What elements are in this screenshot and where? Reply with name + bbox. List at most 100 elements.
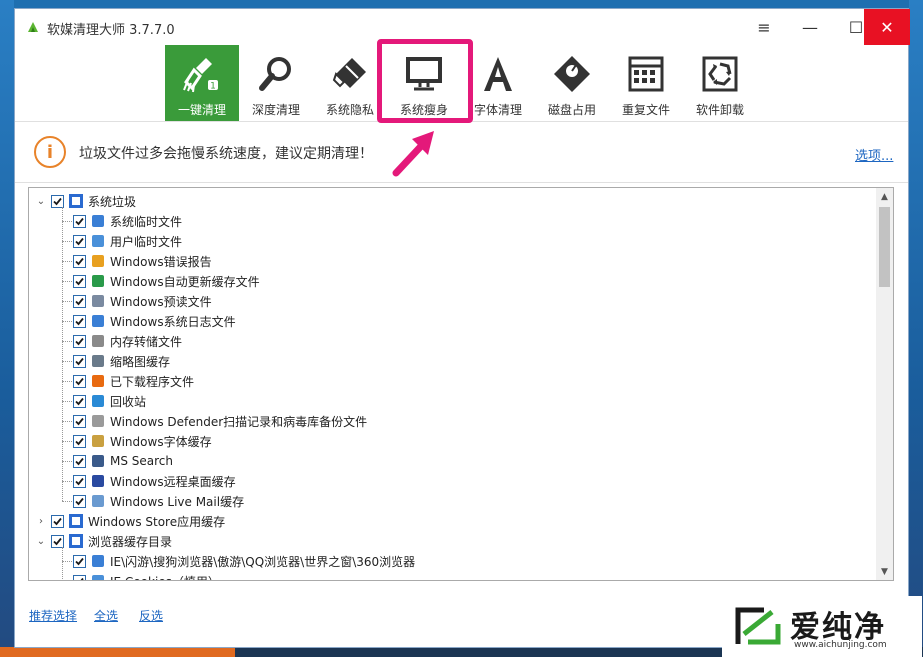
- item-icon: [90, 313, 106, 329]
- group-icon: [68, 533, 84, 549]
- scroll-up-icon[interactable]: ▲: [876, 188, 893, 205]
- recommended-select-link[interactable]: 推荐选择: [29, 607, 77, 624]
- tree-item-row[interactable]: Windows远程桌面缓存: [73, 471, 236, 491]
- chevron-right-icon[interactable]: ›: [35, 515, 47, 527]
- tree-connector: [62, 221, 72, 222]
- tree-item-row[interactable]: Windows自动更新缓存文件: [73, 271, 260, 291]
- vertical-scrollbar[interactable]: ▲ ▼: [876, 188, 893, 580]
- tree-item-row[interactable]: 用户临时文件: [73, 231, 182, 251]
- tool-disk-usage[interactable]: 磁盘占用: [535, 45, 609, 121]
- item-checkbox[interactable]: [73, 454, 86, 468]
- eraser-icon: [329, 53, 371, 95]
- tool-deep-clean[interactable]: 深度清理: [239, 45, 313, 121]
- tree-item-label: MS Search: [110, 454, 174, 468]
- tree-group-row[interactable]: ⌄ 系统垃圾: [35, 191, 136, 211]
- scroll-thumb[interactable]: [879, 207, 890, 287]
- chevron-down-icon[interactable]: ⌄: [35, 535, 47, 547]
- item-checkbox[interactable]: [73, 334, 86, 348]
- item-checkbox[interactable]: [73, 574, 86, 580]
- item-icon: [90, 413, 106, 429]
- tree-group-row[interactable]: › Windows Store应用缓存: [35, 511, 225, 531]
- minimize-icon: —: [802, 17, 818, 37]
- item-icon: [90, 453, 106, 469]
- group-checkbox[interactable]: [51, 534, 64, 548]
- close-icon: ✕: [880, 17, 894, 37]
- item-checkbox[interactable]: [73, 474, 86, 488]
- item-icon: [90, 293, 106, 309]
- app-logo-icon: [28, 22, 38, 32]
- tree-item-label: Windows错误报告: [110, 254, 212, 269]
- tree-connector: [62, 501, 72, 502]
- options-link[interactable]: 选项...: [855, 145, 893, 164]
- minimize-button[interactable]: —: [787, 9, 833, 45]
- tree-item-row[interactable]: 内存转储文件: [73, 331, 182, 351]
- item-checkbox[interactable]: [73, 234, 86, 248]
- close-button[interactable]: ✕: [864, 9, 910, 45]
- maximize-icon: ☐: [848, 17, 864, 37]
- item-checkbox[interactable]: [73, 294, 86, 308]
- item-checkbox[interactable]: [73, 274, 86, 288]
- invert-select-link[interactable]: 反选: [139, 607, 163, 624]
- tree-group-row[interactable]: ⌄ 浏览器缓存目录: [35, 531, 172, 551]
- item-icon: [90, 353, 106, 369]
- tree-item-label: 系统临时文件: [110, 214, 183, 229]
- group-checkbox[interactable]: [51, 194, 64, 208]
- tree-connector: [62, 361, 72, 362]
- item-checkbox[interactable]: [73, 254, 86, 268]
- item-icon: [90, 393, 106, 409]
- info-icon: i: [34, 136, 66, 168]
- tree-item-label: 回收站: [110, 394, 147, 409]
- watermark: 爱纯净 www.aichunjing.com: [722, 596, 922, 657]
- chevron-down-icon[interactable]: ⌄: [35, 195, 47, 207]
- tree-item-row[interactable]: 缩略图缓存: [73, 351, 170, 371]
- tool-label: 软件卸载: [695, 103, 744, 117]
- item-checkbox[interactable]: [73, 434, 86, 448]
- tree-connector: [62, 401, 72, 402]
- tree-connector: [62, 441, 72, 442]
- tool-label: 系统隐私: [325, 103, 374, 117]
- tree-item-row[interactable]: IE Cookies（慎用）: [73, 571, 220, 580]
- group-checkbox[interactable]: [51, 514, 64, 528]
- tree-item-row[interactable]: IE\闪游\搜狗浏览器\傲游\QQ浏览器\世界之窗\360浏览器: [73, 551, 415, 571]
- tree-connector: [62, 321, 72, 322]
- tree-connector: [62, 481, 72, 482]
- tree-item-row[interactable]: 已下载程序文件: [73, 371, 194, 391]
- tree-item-row[interactable]: MS Search: [73, 451, 173, 471]
- item-checkbox[interactable]: [73, 554, 86, 568]
- tree-item-row[interactable]: Windows字体缓存: [73, 431, 212, 451]
- item-checkbox[interactable]: [73, 354, 86, 368]
- tool-system-privacy[interactable]: 系统隐私: [313, 45, 387, 121]
- tree-item-row[interactable]: Windows预读文件: [73, 291, 212, 311]
- item-icon: [90, 253, 106, 269]
- tree-item-label: Windows Defender扫描记录和病毒库备份文件: [110, 414, 368, 429]
- item-checkbox[interactable]: [73, 374, 86, 388]
- tree-item-row[interactable]: Windows Live Mail缓存: [73, 491, 244, 511]
- tree-item-row[interactable]: Windows错误报告: [73, 251, 212, 271]
- item-checkbox[interactable]: [73, 314, 86, 328]
- tree-connector: [62, 261, 72, 262]
- tree-item-row[interactable]: Windows系统日志文件: [73, 311, 236, 331]
- tool-software-uninstall[interactable]: 软件卸载: [683, 45, 757, 121]
- tree-item-label: Windows字体缓存: [110, 434, 212, 449]
- grid-calendar-icon: [625, 53, 667, 95]
- highlight-box: [377, 39, 473, 123]
- magnifier-icon: [255, 53, 297, 95]
- item-checkbox[interactable]: [73, 214, 86, 228]
- tree-item-row[interactable]: 系统临时文件: [73, 211, 182, 231]
- tree-item-row[interactable]: Windows Defender扫描记录和病毒库备份文件: [73, 411, 367, 431]
- item-icon: [90, 273, 106, 289]
- tree-item-row[interactable]: 回收站: [73, 391, 146, 411]
- menu-button[interactable]: ≡: [741, 9, 787, 45]
- tool-duplicate-files[interactable]: 重复文件: [609, 45, 683, 121]
- select-all-link[interactable]: 全选: [94, 607, 118, 624]
- tree-item-label: 缩略图缓存: [110, 354, 171, 369]
- item-checkbox[interactable]: [73, 394, 86, 408]
- pointer-arrow-icon: [392, 131, 434, 177]
- scroll-down-icon[interactable]: ▼: [876, 563, 893, 580]
- tree-group-label: Windows Store应用缓存: [88, 514, 226, 529]
- item-checkbox[interactable]: [73, 414, 86, 428]
- item-checkbox[interactable]: [73, 494, 86, 508]
- tool-label: 一键清理: [177, 103, 226, 117]
- group-icon: [68, 193, 84, 209]
- tool-one-click-clean[interactable]: 1 一键清理: [165, 45, 239, 121]
